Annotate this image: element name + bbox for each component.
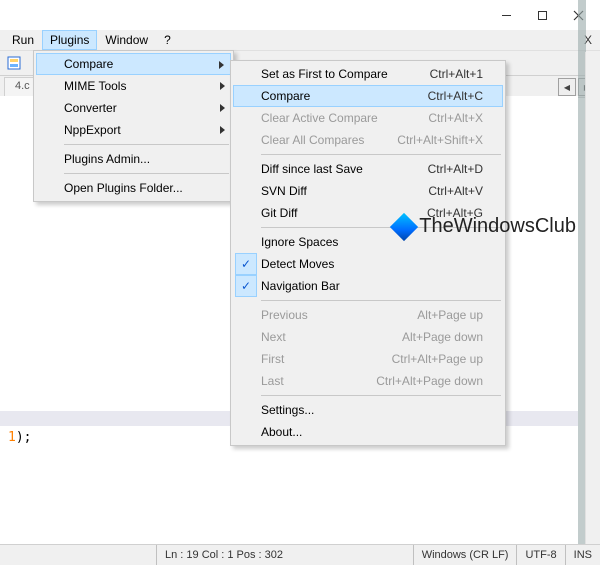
menu-item-label: Diff since last Save <box>261 162 404 176</box>
menu-item-label: MIME Tools <box>64 79 211 93</box>
menu-help[interactable]: ? <box>156 30 179 50</box>
menu-item-shortcut: Alt+Page down <box>402 330 483 344</box>
menu-item-label: Next <box>261 330 378 344</box>
submenu-arrow-icon <box>220 82 225 90</box>
compare-menu-item[interactable]: Settings... <box>233 399 503 421</box>
menu-window[interactable]: Window <box>97 30 156 50</box>
menu-item-shortcut: Ctrl+Alt+X <box>428 111 483 125</box>
menu-item-label: About... <box>261 425 483 439</box>
menu-item-label: Last <box>261 374 352 388</box>
submenu-arrow-icon <box>219 61 224 69</box>
compare-menu-item[interactable]: Set as First to Compare Ctrl+Alt+1 <box>233 63 503 85</box>
menu-item-label: Plugins Admin... <box>64 152 211 166</box>
menu-item-label: Navigation Bar <box>261 279 483 293</box>
menu-item-shortcut: Ctrl+Alt+Page down <box>376 374 483 388</box>
compare-menu-item: Last Ctrl+Alt+Page down <box>233 370 503 392</box>
menu-item-label: SVN Diff <box>261 184 404 198</box>
menu-item-label: Clear Active Compare <box>261 111 404 125</box>
menu-item-shortcut: Ctrl+Alt+1 <box>430 67 483 81</box>
check-icon: ✓ <box>235 253 257 275</box>
submenu-arrow-icon <box>220 126 225 134</box>
menu-item-label: Converter <box>64 101 211 115</box>
menu-separator <box>261 395 501 396</box>
vertical-scrollbar[interactable] <box>585 52 600 545</box>
menu-item-label: Open Plugins Folder... <box>64 181 211 195</box>
watermark: TheWindowsClub <box>394 215 576 238</box>
plugins-menu-item[interactable]: Converter <box>36 97 231 119</box>
menu-item-label: Clear All Compares <box>261 133 373 147</box>
status-eol: Windows (CR LF) <box>413 545 517 565</box>
menu-item-label: First <box>261 352 368 366</box>
menu-item-shortcut: Ctrl+Alt+D <box>428 162 483 176</box>
menu-plugins[interactable]: Plugins <box>42 30 97 50</box>
plugins-menu-item[interactable]: Compare <box>36 53 231 75</box>
compare-menu-item: Clear All Compares Ctrl+Alt+Shift+X <box>233 129 503 151</box>
menu-item-label: Git Diff <box>261 206 403 220</box>
menu-separator <box>64 144 229 145</box>
compare-menu-item[interactable]: ✓ Navigation Bar <box>233 275 503 297</box>
compare-menu-item: Previous Alt+Page up <box>233 304 503 326</box>
plugins-menu-item[interactable]: Plugins Admin... <box>36 148 231 170</box>
compare-menu-item[interactable]: Compare Ctrl+Alt+C <box>233 85 503 107</box>
compare-menu-item[interactable]: Diff since last Save Ctrl+Alt+D <box>233 158 503 180</box>
minimize-button[interactable] <box>488 2 524 28</box>
compare-menu-item: Clear Active Compare Ctrl+Alt+X <box>233 107 503 129</box>
menu-item-label: Detect Moves <box>261 257 483 271</box>
menu-item-label: Set as First to Compare <box>261 67 406 81</box>
compare-menu-item[interactable]: ✓ Detect Moves <box>233 253 503 275</box>
menu-item-label: Compare <box>64 57 211 71</box>
menu-item-label: NppExport <box>64 123 211 137</box>
titlebar <box>0 0 600 30</box>
menu-item-label: Previous <box>261 308 393 322</box>
code-line: 1); <box>8 430 31 445</box>
watermark-logo-icon <box>390 212 418 240</box>
menubar: Run Plugins Window ? X <box>0 30 600 51</box>
status-encoding: UTF-8 <box>516 545 564 565</box>
menu-item-label: Settings... <box>261 403 483 417</box>
toolbar-icon[interactable] <box>4 53 24 73</box>
status-spacer <box>0 545 156 565</box>
plugins-menu-item[interactable]: NppExport <box>36 119 231 141</box>
menu-separator <box>64 173 229 174</box>
menu-item-shortcut: Ctrl+Alt+C <box>428 89 483 103</box>
menu-run[interactable]: Run <box>4 30 42 50</box>
check-icon: ✓ <box>235 275 257 297</box>
menu-item-shortcut: Ctrl+Alt+V <box>428 184 483 198</box>
status-position: Ln : 19 Col : 1 Pos : 302 <box>156 545 413 565</box>
compare-menu-item[interactable]: SVN Diff Ctrl+Alt+V <box>233 180 503 202</box>
compare-dropdown: Set as First to Compare Ctrl+Alt+1 Compare… <box>230 60 506 446</box>
status-mode: INS <box>565 545 600 565</box>
menu-item-label: Compare <box>261 89 404 103</box>
plugins-menu-item[interactable]: MIME Tools <box>36 75 231 97</box>
tab-prev-button[interactable]: ◀ <box>558 78 576 96</box>
submenu-arrow-icon <box>220 104 225 112</box>
menu-item-shortcut: Alt+Page up <box>417 308 483 322</box>
compare-menu-item: First Ctrl+Alt+Page up <box>233 348 503 370</box>
maximize-button[interactable] <box>524 2 560 28</box>
compare-menu-item[interactable]: About... <box>233 421 503 443</box>
plugins-dropdown: Compare MIME Tools Converter NppExport Plugi… <box>33 50 234 202</box>
statusbar: Ln : 19 Col : 1 Pos : 302 Windows (CR LF… <box>0 544 600 565</box>
menu-item-shortcut: Ctrl+Alt+Shift+X <box>397 133 483 147</box>
menu-item-shortcut: Ctrl+Alt+Page up <box>392 352 483 366</box>
menu-separator <box>261 154 501 155</box>
menu-separator <box>261 300 501 301</box>
compare-menu-item: Next Alt+Page down <box>233 326 503 348</box>
plugins-menu-item[interactable]: Open Plugins Folder... <box>36 177 231 199</box>
